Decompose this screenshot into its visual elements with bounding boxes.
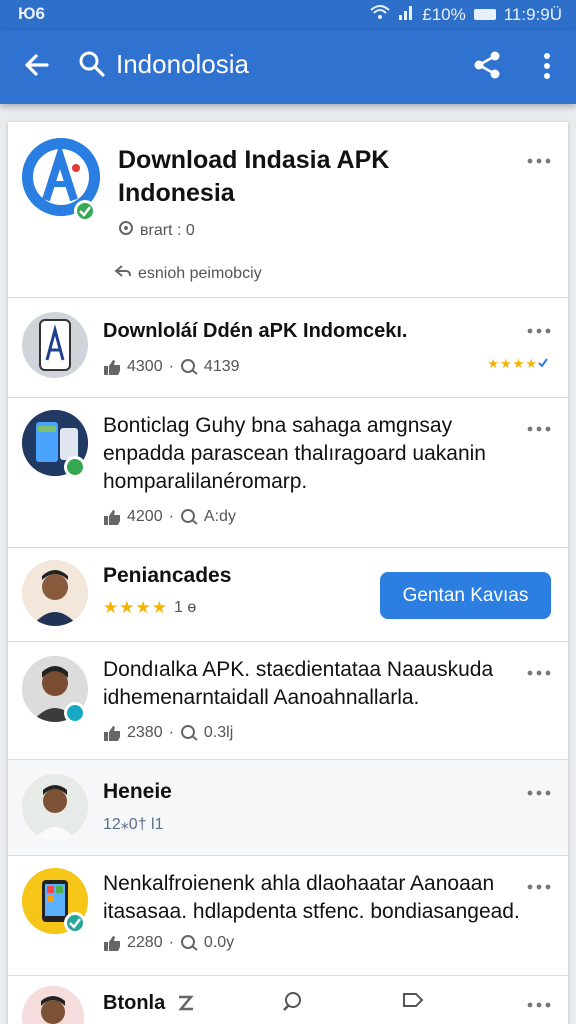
rating-stars: ★★★★ bbox=[103, 598, 168, 617]
more-horizontal-icon[interactable] bbox=[526, 882, 552, 892]
zoom-icon[interactable] bbox=[176, 994, 196, 1019]
result-item[interactable]: Dondıalka APK. staєdientataa Naauskuda i… bbox=[8, 642, 568, 760]
thumbs-up-icon bbox=[103, 935, 121, 951]
app-thumbnail bbox=[22, 312, 88, 378]
result-title: Heneie bbox=[103, 780, 172, 803]
more-horizontal-icon[interactable] bbox=[526, 668, 552, 678]
result-body: Bonticlag Guhy bna sahaga amgnsay enpadd… bbox=[103, 414, 486, 493]
like-count: 2280 bbox=[127, 934, 163, 951]
user-avatar bbox=[22, 774, 88, 840]
more-vertical-icon[interactable] bbox=[534, 48, 560, 84]
like-count: 4300 bbox=[127, 358, 163, 375]
result-item[interactable]: Btonla bbox=[8, 976, 568, 1024]
more-horizontal-icon[interactable] bbox=[526, 788, 552, 798]
comment-icon bbox=[180, 359, 198, 375]
more-horizontal-icon[interactable] bbox=[526, 1000, 552, 1010]
status-carrier: Ю6 bbox=[18, 4, 45, 23]
result-body: Nenkalfroienenk ahla dlaohaatar Aanoaan … bbox=[103, 872, 520, 923]
status-bar: Ю6 £10% 11:9:9Ü bbox=[0, 0, 576, 30]
rating-stars: ★★★★ bbox=[487, 356, 538, 371]
result-title: Btonla bbox=[103, 992, 166, 1014]
rating-value: 1 ɵ bbox=[173, 599, 197, 616]
header-actions-label: esnioh peimobciy bbox=[138, 264, 262, 282]
comment-icon bbox=[180, 935, 198, 951]
comment-count: 0.3lj bbox=[203, 724, 234, 741]
app-bar: Indonolosia bbox=[0, 30, 576, 104]
signal-icon bbox=[398, 4, 414, 25]
verified-check-icon bbox=[64, 912, 86, 934]
share-icon[interactable] bbox=[470, 48, 504, 82]
like-count: 4200 bbox=[127, 508, 163, 525]
comment-icon bbox=[180, 509, 198, 525]
bookmark-icon[interactable] bbox=[400, 990, 426, 1019]
verified-check-icon bbox=[74, 200, 96, 222]
comment-count: 0.0y bbox=[203, 934, 235, 951]
result-title: Downloláí Ddén aPK Indomcekı. bbox=[103, 320, 408, 342]
app-meta: вrart : 0 bbox=[140, 221, 195, 239]
battery-icon bbox=[473, 9, 496, 20]
result-item[interactable]: Downloláí Ddén aPK Indomcekı. 4300 · 413… bbox=[8, 298, 568, 398]
results-card: Download Indasia APK Indonesia вrart : 0… bbox=[8, 122, 568, 1024]
edit-icon[interactable] bbox=[280, 990, 304, 1019]
user-avatar bbox=[22, 986, 84, 1024]
more-horizontal-icon[interactable] bbox=[526, 424, 552, 434]
wifi-icon bbox=[370, 4, 390, 25]
result-item[interactable]: Nenkalfroienenk ahla dlaohaatar Aanoaan … bbox=[8, 856, 568, 976]
more-horizontal-icon[interactable] bbox=[526, 156, 552, 166]
result-meta: 12⁎0† l1 bbox=[103, 816, 164, 833]
comment-count: A:dy bbox=[203, 508, 236, 525]
online-status-icon bbox=[64, 702, 86, 724]
thumbs-up-icon bbox=[103, 359, 121, 375]
check-icon bbox=[538, 356, 548, 374]
like-count: 2380 bbox=[127, 724, 163, 741]
thumbs-up-icon bbox=[103, 725, 121, 741]
result-item[interactable]: Heneie 12⁎0† l1 bbox=[8, 760, 568, 856]
result-item[interactable]: Bonticlag Guhy bna sahaga amgnsay enpadd… bbox=[8, 398, 568, 548]
header-actions[interactable]: esnioh peimobciy bbox=[114, 263, 262, 284]
more-horizontal-icon[interactable] bbox=[526, 326, 552, 336]
user-avatar bbox=[22, 560, 88, 626]
header-app[interactable]: Download Indasia APK Indonesia вrart : 0… bbox=[8, 122, 568, 298]
target-icon bbox=[118, 220, 134, 241]
comment-icon bbox=[180, 725, 198, 741]
back-arrow-icon[interactable] bbox=[20, 48, 54, 82]
battery-text: £10% bbox=[422, 4, 466, 24]
reply-icon bbox=[114, 263, 132, 284]
result-title: Peniancades bbox=[103, 564, 232, 587]
result-body: Dondıalka APK. staєdientataa Naauskuda i… bbox=[103, 658, 494, 709]
follow-button[interactable]: Gentan Kavıas bbox=[380, 572, 551, 619]
thumbs-up-icon bbox=[103, 509, 121, 525]
comment-count: 4139 bbox=[203, 358, 240, 375]
status-time: 11:9:9Ü bbox=[503, 4, 562, 24]
search-query[interactable]: Indonolosia bbox=[116, 49, 249, 80]
online-status-icon bbox=[64, 456, 86, 478]
search-icon[interactable] bbox=[78, 50, 106, 78]
app-title: Download Indasia APK Indonesia bbox=[118, 146, 390, 207]
